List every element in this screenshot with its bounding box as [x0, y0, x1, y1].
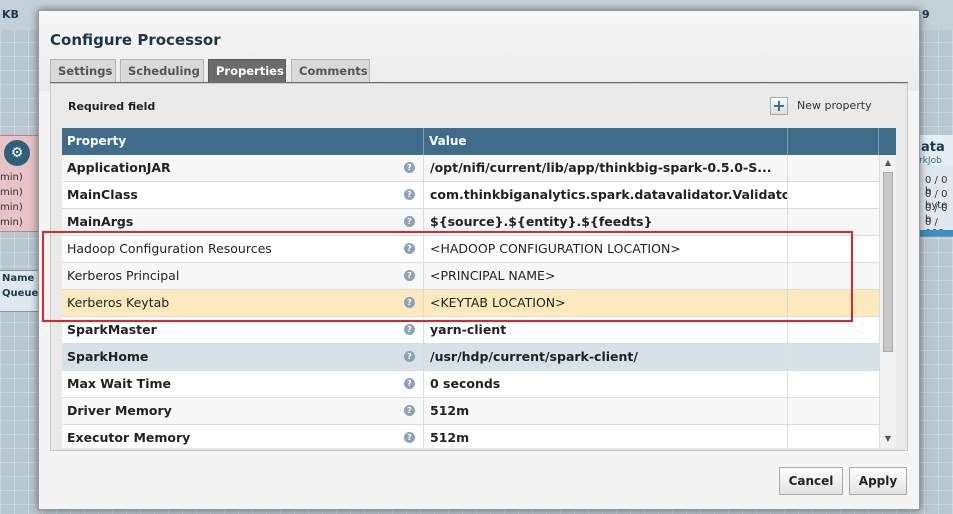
connection-name: Name: [2, 273, 35, 284]
new-property-label[interactable]: New property: [797, 99, 872, 112]
property-name: Driver Memory: [62, 398, 424, 424]
property-value[interactable]: <PRINCIPAL NAME>: [424, 263, 788, 289]
table-row[interactable]: Kerberos Principal ? <PRINCIPAL NAME>: [62, 263, 879, 290]
required-field-label: Required field: [68, 100, 156, 113]
help-icon[interactable]: ?: [404, 189, 415, 200]
table-row[interactable]: MainClass ? com.thinkbiganalytics.spark.…: [62, 182, 879, 209]
table-row-selected[interactable]: Kerberos Keytab ? <KEYTAB LOCATION>: [62, 290, 879, 317]
right-processor-title: ata: [921, 140, 945, 155]
table-scrollbar[interactable]: ▲ ▼: [879, 155, 896, 448]
tab-scheduling[interactable]: Scheduling: [120, 59, 204, 82]
property-name: Hadoop Configuration Resources: [62, 236, 424, 262]
property-name: MainClass: [62, 182, 424, 208]
plus-icon[interactable]: +: [770, 97, 788, 115]
table-row[interactable]: SparkMaster ? yarn-client: [62, 317, 879, 344]
tab-properties[interactable]: Properties: [208, 59, 286, 82]
property-name: SparkHome: [62, 344, 424, 370]
column-header-spacer: [879, 128, 896, 155]
property-value[interactable]: <KEYTAB LOCATION>: [424, 290, 788, 316]
help-icon[interactable]: ?: [404, 405, 415, 416]
table-row-hovered[interactable]: SparkHome ? /usr/hdp/current/spark-clien…: [62, 344, 879, 371]
connection-queued: Queued: [2, 288, 46, 299]
property-name: Executor Memory: [62, 425, 424, 448]
column-header-value[interactable]: Value: [424, 128, 788, 155]
table-row[interactable]: Driver Memory ? 512m: [62, 398, 879, 425]
help-icon[interactable]: ?: [404, 243, 415, 254]
property-value[interactable]: com.thinkbiganalytics.spark.datavalidato…: [424, 182, 788, 208]
column-header-property[interactable]: Property: [62, 128, 424, 155]
property-name: Kerberos Keytab: [62, 290, 424, 316]
property-value[interactable]: ${source}.${entity}.${feedts}: [424, 209, 788, 235]
left-processor-stat: min): [0, 187, 23, 198]
property-name: ApplicationJAR: [62, 155, 424, 181]
property-name: Max Wait Time: [62, 371, 424, 397]
properties-table: Property Value ApplicationJAR ? /opt/nif…: [62, 128, 896, 448]
help-icon[interactable]: ?: [404, 270, 415, 281]
property-value[interactable]: 512m: [424, 425, 788, 448]
property-value[interactable]: /usr/hdp/current/spark-client/: [424, 344, 788, 370]
table-row[interactable]: MainArgs ? ${source}.${entity}.${feedts}: [62, 209, 879, 236]
scrollbar-thumb[interactable]: [883, 172, 893, 352]
canvas-kb-label: KB: [2, 8, 19, 21]
left-processor-stat: min): [0, 217, 23, 228]
left-connection-label[interactable]: Name Queued: [0, 270, 46, 312]
right-processor-bar: [918, 230, 953, 236]
help-icon[interactable]: ?: [404, 324, 415, 335]
property-name: Kerberos Principal: [62, 263, 424, 289]
help-icon[interactable]: ?: [404, 216, 415, 227]
table-row[interactable]: Hadoop Configuration Resources ? <HADOOP…: [62, 236, 879, 263]
scroll-down-arrow-icon[interactable]: ▼: [883, 434, 893, 444]
cancel-button[interactable]: Cancel: [779, 467, 843, 495]
right-processor-subtitle: rkJob: [919, 156, 942, 166]
property-name: SparkMaster: [62, 317, 424, 343]
property-value[interactable]: yarn-client: [424, 317, 788, 343]
left-processor-stat: min): [0, 202, 23, 213]
scroll-up-arrow-icon[interactable]: ▲: [883, 158, 893, 168]
property-value[interactable]: 0 seconds: [424, 371, 788, 397]
gear-icon: ⚙: [4, 140, 30, 166]
property-name: MainArgs: [62, 209, 424, 235]
tab-comments[interactable]: Comments: [291, 59, 370, 82]
help-icon[interactable]: ?: [404, 162, 415, 173]
table-row[interactable]: Executor Memory ? 512m: [62, 425, 879, 448]
help-icon[interactable]: ?: [404, 297, 415, 308]
configure-processor-dialog: Configure Processor Settings Scheduling …: [38, 10, 920, 510]
property-value[interactable]: 512m: [424, 398, 788, 424]
table-row[interactable]: ApplicationJAR ? /opt/nifi/current/lib/a…: [62, 155, 879, 182]
help-icon[interactable]: ?: [404, 432, 415, 443]
property-value[interactable]: /opt/nifi/current/lib/app/thinkbig-spark…: [424, 155, 788, 181]
dialog-title: Configure Processor: [50, 31, 221, 49]
canvas-number: 9: [922, 8, 930, 21]
properties-panel: Required field + New property Property V…: [50, 83, 908, 451]
help-icon[interactable]: ?: [404, 378, 415, 389]
left-processor-stat: min): [0, 172, 23, 183]
property-value[interactable]: <HADOOP CONFIGURATION LOCATION>: [424, 236, 788, 262]
apply-button[interactable]: Apply: [849, 467, 907, 495]
table-header: Property Value: [62, 128, 896, 155]
table-row[interactable]: Max Wait Time ? 0 seconds: [62, 371, 879, 398]
tab-settings[interactable]: Settings: [50, 59, 116, 82]
help-icon[interactable]: ?: [404, 351, 415, 362]
column-header-actions: [788, 128, 879, 155]
